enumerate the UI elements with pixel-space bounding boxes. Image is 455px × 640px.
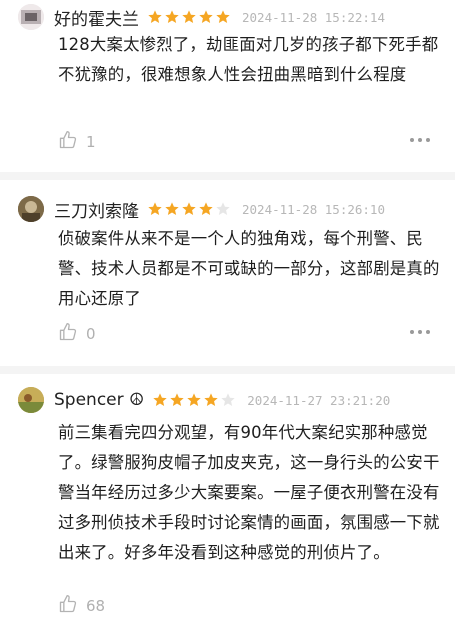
review-text: 前三集看完四分观望，有90年代大案纪实那种感觉了。绿警服狗皮帽子加皮夹克，这一身… [58, 423, 440, 562]
star-filled-icon [170, 393, 184, 406]
star-filled-icon [199, 202, 213, 215]
like-count: 0 [86, 325, 96, 343]
review-item: 三刀刘索隆 2024-11-28 15:26:10 侦破案件从来不是一个人的独角… [0, 180, 455, 366]
star-filled-icon [199, 10, 213, 23]
thumbs-up-icon [58, 594, 78, 618]
star-filled-icon [153, 393, 167, 406]
author-name[interactable]: 三刀刘索隆 [54, 197, 139, 222]
review-time: 2024-11-27 23:21:20 [247, 392, 391, 408]
rating-stars [147, 9, 232, 25]
star-filled-icon [182, 10, 196, 23]
star-filled-icon [148, 202, 162, 215]
like-button[interactable]: 0 [58, 322, 96, 346]
star-empty-icon [216, 202, 230, 215]
more-options-icon[interactable] [410, 330, 434, 334]
rating-stars [147, 201, 232, 217]
review-item: 好的霍夫兰 2024-11-28 15:22:14 128大案太惨烈了，劫匪面对… [0, 0, 455, 172]
star-filled-icon [187, 393, 201, 406]
divider [0, 366, 455, 374]
review-item: Spencer ☮ 2024-11-27 23:21:20 前三集看完四分观望，… [0, 374, 455, 640]
star-filled-icon [165, 10, 179, 23]
star-filled-icon [204, 393, 218, 406]
thumbs-up-icon [58, 130, 78, 154]
thumbs-up-icon [58, 322, 78, 346]
review-text: 128大案太惨烈了，劫匪面对几岁的孩子都下死手都不犹豫的，很难想象人性会扭曲黑暗… [58, 35, 439, 84]
like-count: 68 [86, 597, 106, 615]
divider [0, 172, 455, 180]
avatar[interactable] [18, 4, 44, 30]
author-name[interactable]: 好的霍夫兰 [54, 5, 139, 30]
like-button[interactable]: 1 [58, 130, 96, 154]
rating-stars [152, 392, 237, 408]
like-button[interactable]: 68 [58, 594, 105, 618]
avatar[interactable] [18, 196, 44, 222]
star-filled-icon [216, 10, 230, 23]
like-count: 1 [86, 133, 96, 151]
avatar[interactable] [18, 387, 44, 413]
star-filled-icon [148, 10, 162, 23]
review-time: 2024-11-28 15:22:14 [242, 9, 385, 25]
review-time: 2024-11-28 15:26:10 [242, 201, 385, 217]
author-name[interactable]: Spencer ☮ [54, 390, 144, 410]
more-options-icon[interactable] [410, 138, 434, 142]
star-filled-icon [165, 202, 179, 215]
star-filled-icon [182, 202, 196, 215]
review-text: 侦破案件从来不是一个人的独角戏，每个刑警、民警、技术人员都是不可或缺的一部分，这… [58, 229, 440, 308]
star-empty-icon [221, 393, 235, 406]
